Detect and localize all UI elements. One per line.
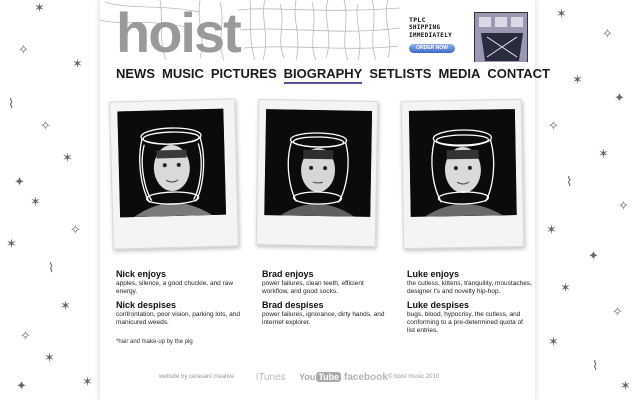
star-doodle-icon: ✧ <box>618 199 629 214</box>
star-doodle-icon: ⌇ <box>592 359 599 374</box>
youtube-link[interactable]: You Tube <box>299 372 342 382</box>
star-doodle-icon: ✧ <box>612 305 623 320</box>
star-doodle-icon: ✦ <box>16 379 27 394</box>
star-doodle-icon: ✶ <box>598 147 609 162</box>
main-nav: NEWS MUSIC PICTURES BIOGRAPHY SETLISTS M… <box>116 66 550 84</box>
star-doodle-icon: ✶ <box>6 237 17 252</box>
youtube-tube: Tube <box>316 372 342 382</box>
member-portrait <box>117 108 227 218</box>
enjoys-text: power failures, clean teeth, efficient w… <box>262 280 364 295</box>
header-sketch-background: hoist TPLC SHIPPING IMMEDIATELY ORDER NO… <box>100 0 535 62</box>
promo-line-3: IMMEDIATELY <box>409 32 453 39</box>
bio-brad: Brad enjoys power failures, clean teeth,… <box>262 269 387 331</box>
album-cover-thumbnail[interactable] <box>474 12 528 62</box>
star-doodle-icon: ⌇ <box>48 261 55 276</box>
star-doodle-icon: ✶ <box>34 1 45 16</box>
nav-music[interactable]: MUSIC <box>162 66 204 84</box>
tplc-promo[interactable]: TPLC SHIPPING IMMEDIATELY ORDER NOW <box>409 16 465 53</box>
star-doodle-icon: ✶ <box>30 195 41 210</box>
star-doodle-icon: ✶ <box>60 299 71 314</box>
star-doodle-icon: ✶ <box>82 375 93 390</box>
star-doodle-icon: ✶ <box>72 57 83 72</box>
star-doodle-icon: ✧ <box>40 119 51 134</box>
star-doodle-icon: ✦ <box>614 91 625 106</box>
despises-text: power failures, ignorance, dirty hands, … <box>262 311 385 326</box>
bio-luke: Luke enjoys the cutless, kittens, tranqu… <box>407 269 532 339</box>
enjoys-text: apples, silence, a good chuckle, and raw… <box>116 280 234 295</box>
copyright-text: © hoist music 2010 <box>388 374 440 380</box>
star-doodle-icon: ✧ <box>18 43 29 58</box>
member-photo-nick <box>109 98 239 250</box>
member-photo-luke <box>400 98 525 250</box>
promo-line-1: TPLC <box>409 16 426 24</box>
star-doodle-icon: ⌇ <box>566 175 573 190</box>
star-doodle-icon: ⌇ <box>8 97 15 112</box>
star-doodle-icon: ✶ <box>44 351 55 366</box>
star-doodle-icon: ✦ <box>14 175 25 190</box>
despises-text: confrontation, poor vision, parking lots… <box>116 311 240 326</box>
nav-setlists[interactable]: SETLISTS <box>369 66 431 84</box>
enjoys-heading: Nick enjoys <box>116 269 167 279</box>
promo-line-2: SHIPPING <box>409 24 441 31</box>
page-content: hoist TPLC SHIPPING IMMEDIATELY ORDER NO… <box>100 0 550 400</box>
nav-contact[interactable]: CONTACT <box>487 66 550 84</box>
star-doodle-icon: ✶ <box>62 151 73 166</box>
itunes-link[interactable]: iTunes <box>256 372 286 383</box>
nav-biography[interactable]: BIOGRAPHY <box>283 66 363 84</box>
nav-news[interactable]: NEWS <box>116 66 155 84</box>
bio-nick: Nick enjoys apples, silence, a good chuc… <box>116 269 241 331</box>
star-doodle-icon: ✧ <box>602 27 613 42</box>
enjoys-heading: Brad enjoys <box>262 269 314 279</box>
designer-credit-link[interactable]: website by cerasani creative <box>159 374 234 380</box>
makeup-footnote: *hair and make-up by the pig <box>116 339 193 345</box>
star-doodle-icon: ✧ <box>548 119 559 134</box>
enjoys-text: the cutless, kittens, tranquility, moust… <box>407 280 532 295</box>
despises-heading: Nick despises <box>116 300 177 310</box>
youtube-you: You <box>299 372 316 382</box>
star-doodle-icon: ✶ <box>572 73 583 88</box>
despises-heading: Luke despises <box>407 300 470 310</box>
star-doodle-icon: ✦ <box>588 249 599 264</box>
member-photo-brad <box>255 98 379 248</box>
member-portrait <box>408 109 517 217</box>
star-doodle-icon: ✶ <box>546 223 557 238</box>
footer: website by cerasani creative iTunes You T… <box>100 372 535 384</box>
enjoys-heading: Luke enjoys <box>407 269 460 279</box>
despises-text: bugs, blood, hypocrisy, the cutless, and… <box>407 311 523 334</box>
order-now-button[interactable]: ORDER NOW <box>409 44 455 53</box>
nav-media[interactable]: MEDIA <box>438 66 480 84</box>
facebook-link[interactable]: facebook <box>344 372 388 383</box>
despises-heading: Brad despises <box>262 300 324 310</box>
member-portrait <box>264 109 373 217</box>
star-doodle-icon: ✶ <box>556 7 567 22</box>
hoist-logo[interactable]: hoist <box>116 4 242 62</box>
star-doodle-icon: ✶ <box>560 281 571 296</box>
star-doodle-icon: ✶ <box>620 379 631 394</box>
nav-pictures[interactable]: PICTURES <box>211 66 277 84</box>
star-doodle-icon: ✧ <box>70 223 81 238</box>
star-doodle-icon: ✧ <box>20 329 31 344</box>
star-doodle-icon: ✶ <box>548 335 559 350</box>
